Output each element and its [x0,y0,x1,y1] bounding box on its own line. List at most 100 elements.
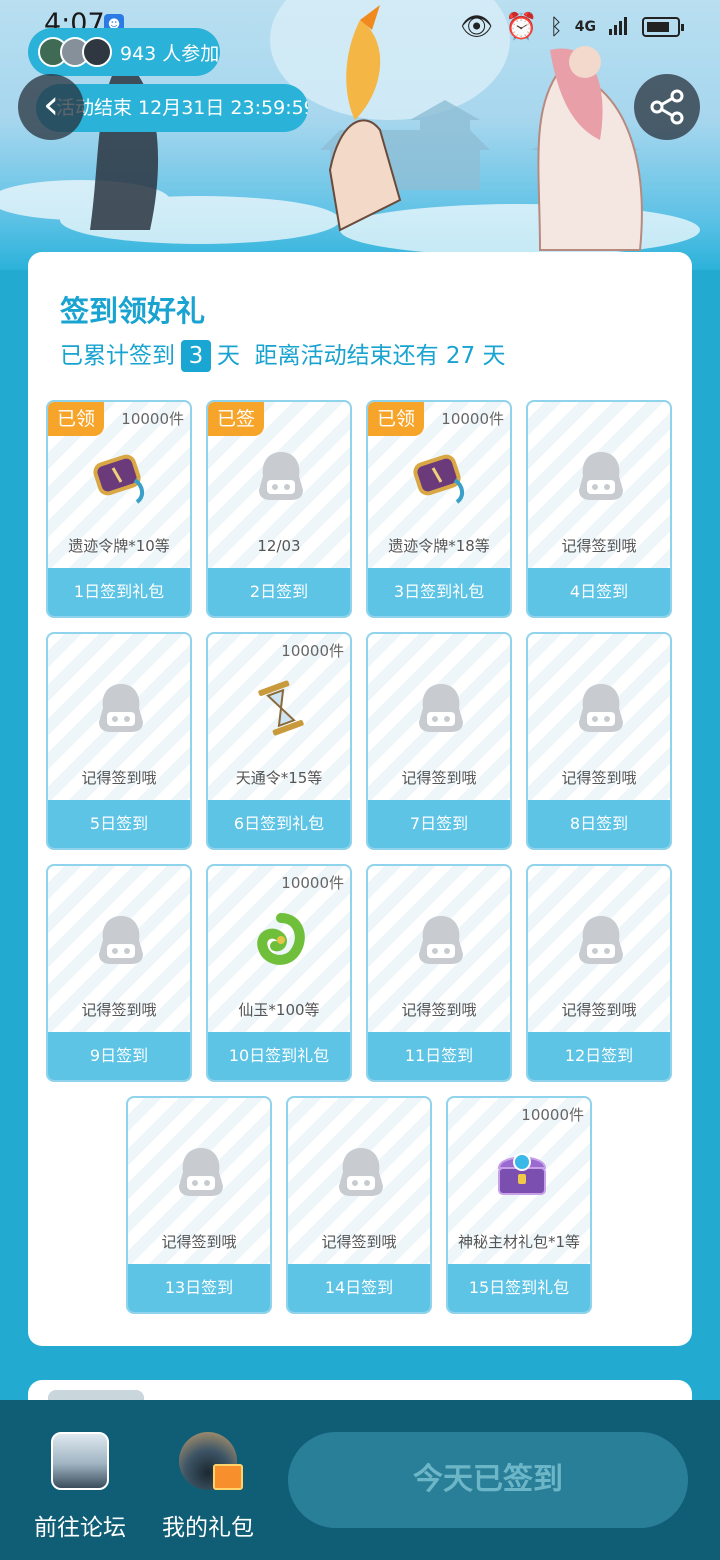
eye-icon: 👁 [460,12,494,42]
reward-name: 遗迹令牌*10等 [68,537,170,555]
share-button[interactable] [634,74,700,140]
checkin-title: 签到领好礼 [60,294,206,328]
participants-pill: 943 人参加 [28,28,220,76]
reward-name: 记得签到哦 [561,537,637,555]
my-gifts-button[interactable]: 我的礼包 [160,1432,256,1542]
reward-day-label: 2日签到 [208,568,350,616]
my-gifts-label: 我的礼包 [162,1515,254,1541]
reward-tile[interactable]: 10000件神秘主材礼包*1等 15日签到礼包 [446,1096,592,1314]
forum-label: 前往论坛 [34,1515,126,1541]
reward-name: 记得签到哦 [81,1001,157,1019]
reward-name: 记得签到哦 [321,1233,397,1251]
back-button[interactable]: ‹ [18,74,84,140]
checkin-summary: 已累计签到 3 天 距离活动结束还有 27 天 [60,336,506,372]
checkin-prefix: 已累计签到 [60,343,175,369]
reward-day-label: 3日签到礼包 [368,568,510,616]
reward-tile[interactable]: 记得签到哦 9日签到 [46,864,192,1082]
participants-count: 943 人参加 [120,42,220,65]
reward-day-label: 4日签到 [528,568,670,616]
reward-name: 记得签到哦 [161,1233,237,1251]
signed-today-button[interactable]: 今天已签到 [288,1432,688,1528]
placeholder-avatar-icon [91,910,151,970]
reward-tile[interactable]: 记得签到哦 7日签到 [366,632,512,850]
forum-button[interactable]: 前往论坛 [32,1432,128,1542]
reward-day-label: 11日签到 [368,1032,510,1080]
reward-day-label: 5日签到 [48,800,190,848]
reward-name: 遗迹令牌*18等 [388,537,490,555]
forum-app-icon [51,1432,109,1490]
placeholder-avatar-icon [571,446,631,506]
deadline-text: 活动结束 12月31日 23:59:59 [56,97,308,119]
bluetooth-icon: ᛒ [549,14,563,40]
checkin-suffix: 天 [217,343,240,369]
chevron-left-icon: ‹ [43,82,59,128]
stock-count: 10000件 [121,410,184,428]
reward-name: 记得签到哦 [401,1001,477,1019]
reward-day-label: 12日签到 [528,1032,670,1080]
placeholder-avatar-icon [571,910,631,970]
reward-tile[interactable]: 记得签到哦 4日签到 [526,400,672,618]
reward-day-label: 1日签到礼包 [48,568,190,616]
placeholder-avatar-icon [571,678,631,738]
stock-count: 10000件 [521,1106,584,1124]
stock-count: 10000件 [281,874,344,892]
reward-tile[interactable]: 记得签到哦 11日签到 [366,864,512,1082]
reward-name: 12/03 [257,537,301,555]
reward-tile[interactable]: 10000件天通令*15等 6日签到礼包 [206,632,352,850]
placeholder-avatar-icon [411,910,471,970]
participant-avatars [38,37,112,67]
reward-name: 天通令*15等 [235,769,323,787]
checkin-days-count: 3 [181,340,211,372]
bottom-action-bar: 前往论坛 我的礼包 今天已签到 [0,1400,720,1560]
jade-icon [251,910,311,970]
reward-tile[interactable]: 记得签到哦 8日签到 [526,632,672,850]
claimed-tag: 已领 [48,402,104,436]
alarm-icon: ⏰ [505,12,538,42]
reward-name: 记得签到哦 [561,769,637,787]
reward-day-label: 8日签到 [528,800,670,848]
treasure-chest-icon [491,1142,551,1202]
reward-day-label: 6日签到礼包 [208,800,350,848]
gift-avatar-icon [179,1432,243,1490]
reward-day-label: 14日签到 [288,1264,430,1312]
placeholder-avatar-icon [251,446,311,506]
placeholder-avatar-icon [171,1142,231,1202]
token-icon [411,446,471,506]
token-icon [91,446,151,506]
placeholder-avatar-icon [91,678,151,738]
checkin-remaining: 距离活动结束还有 27 天 [254,343,506,369]
signal-bars-icon [608,12,630,42]
reward-name: 记得签到哦 [81,769,157,787]
reward-tile[interactable]: 10000件仙玉*100等 10日签到礼包 [206,864,352,1082]
share-icon [650,89,684,125]
reward-name: 记得签到哦 [401,769,477,787]
claimed-tag: 已签 [208,402,264,436]
reward-tile[interactable]: 记得签到哦 13日签到 [126,1096,272,1314]
hero-banner: 4:07 ☻ 👁 ⏰ ᛒ 4G 943 人参加 活动结束 12月31日 23:5… [0,0,720,270]
stock-count: 10000件 [281,642,344,660]
reward-tile[interactable]: 已领 10000件遗迹令牌*10等 1日签到礼包 [46,400,192,618]
reward-name: 记得签到哦 [561,1001,637,1019]
reward-day-label: 7日签到 [368,800,510,848]
reward-tile[interactable]: 已领 10000件遗迹令牌*18等 3日签到礼包 [366,400,512,618]
status-icons: 👁 ⏰ ᛒ 4G [460,12,684,42]
placeholder-avatar-icon [331,1142,391,1202]
reward-tile[interactable]: 已签 12/03 2日签到 [206,400,352,618]
reward-tile[interactable]: 记得签到哦 14日签到 [286,1096,432,1314]
reward-day-label: 15日签到礼包 [448,1264,590,1312]
reward-tile[interactable]: 记得签到哦 5日签到 [46,632,192,850]
stock-count: 10000件 [441,410,504,428]
signal-icon: 4G [574,19,596,35]
reward-day-label: 9日签到 [48,1032,190,1080]
reward-day-label: 13日签到 [128,1264,270,1312]
avatar [82,37,112,67]
reward-name: 仙玉*100等 [238,1001,320,1019]
hourglass-icon [251,678,311,738]
reward-name: 神秘主材礼包*1等 [457,1233,581,1251]
battery-icon [642,17,684,37]
reward-day-label: 10日签到礼包 [208,1032,350,1080]
checkin-card: 签到领好礼 已累计签到 3 天 距离活动结束还有 27 天 已领 10000件 遗迹令牌… [28,252,692,1346]
placeholder-avatar-icon [411,678,471,738]
claimed-tag: 已领 [368,402,424,436]
reward-tile[interactable]: 记得签到哦 12日签到 [526,864,672,1082]
